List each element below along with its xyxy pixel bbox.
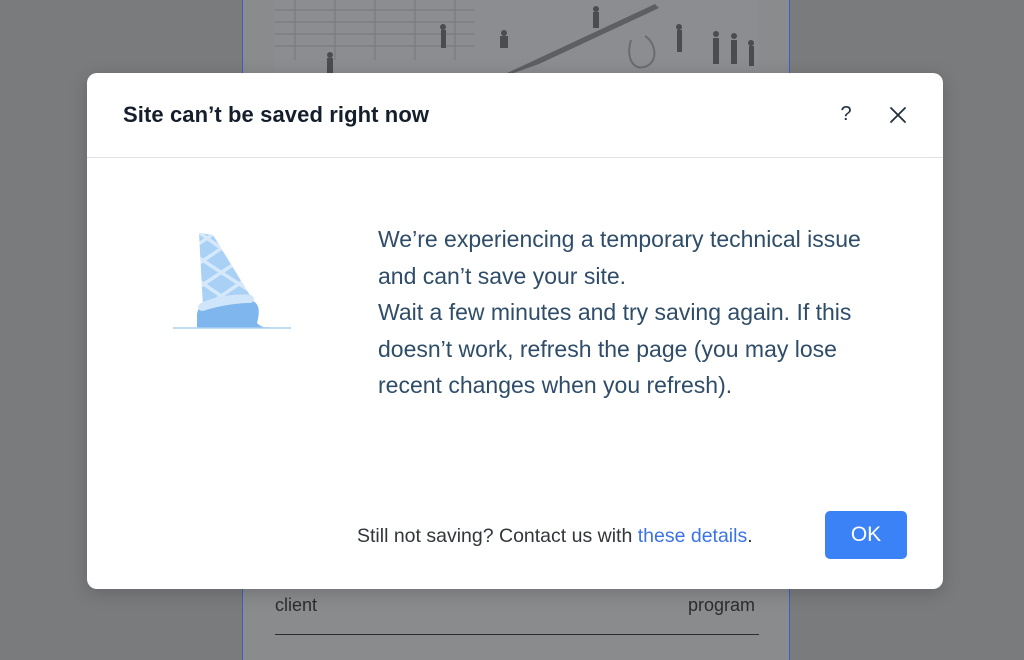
dialog-header: Site can’t be saved right now ?	[87, 73, 943, 158]
error-message: We’re experiencing a temporary technical…	[378, 221, 878, 404]
background-photo	[275, 0, 759, 74]
contact-footer: Still not saving? Contact us with these …	[357, 525, 753, 548]
contact-footer-suffix: .	[747, 525, 753, 547]
error-message-line-2: Wait a few minutes and try saving again.…	[378, 299, 852, 398]
ok-button[interactable]: OK	[825, 511, 907, 559]
error-message-line-1: We’re experiencing a temporary technical…	[378, 226, 861, 289]
help-icon[interactable]: ?	[835, 103, 857, 129]
melted-ice-cream-cone-illustration	[173, 231, 293, 335]
close-icon[interactable]	[886, 103, 910, 127]
these-details-link[interactable]: these details	[638, 525, 748, 547]
dialog-title: Site can’t be saved right now	[123, 102, 430, 127]
editor-stage: client program Site can’t be saved right…	[0, 0, 1024, 660]
background-row-right-label: program	[687, 595, 755, 615]
background-row-left-label: client	[275, 595, 318, 615]
save-error-dialog: Site can’t be saved right now ? We’re ex…	[87, 73, 943, 589]
contact-footer-prefix: Still not saving? Contact us with	[357, 525, 633, 547]
background-row: client program	[275, 592, 759, 635]
